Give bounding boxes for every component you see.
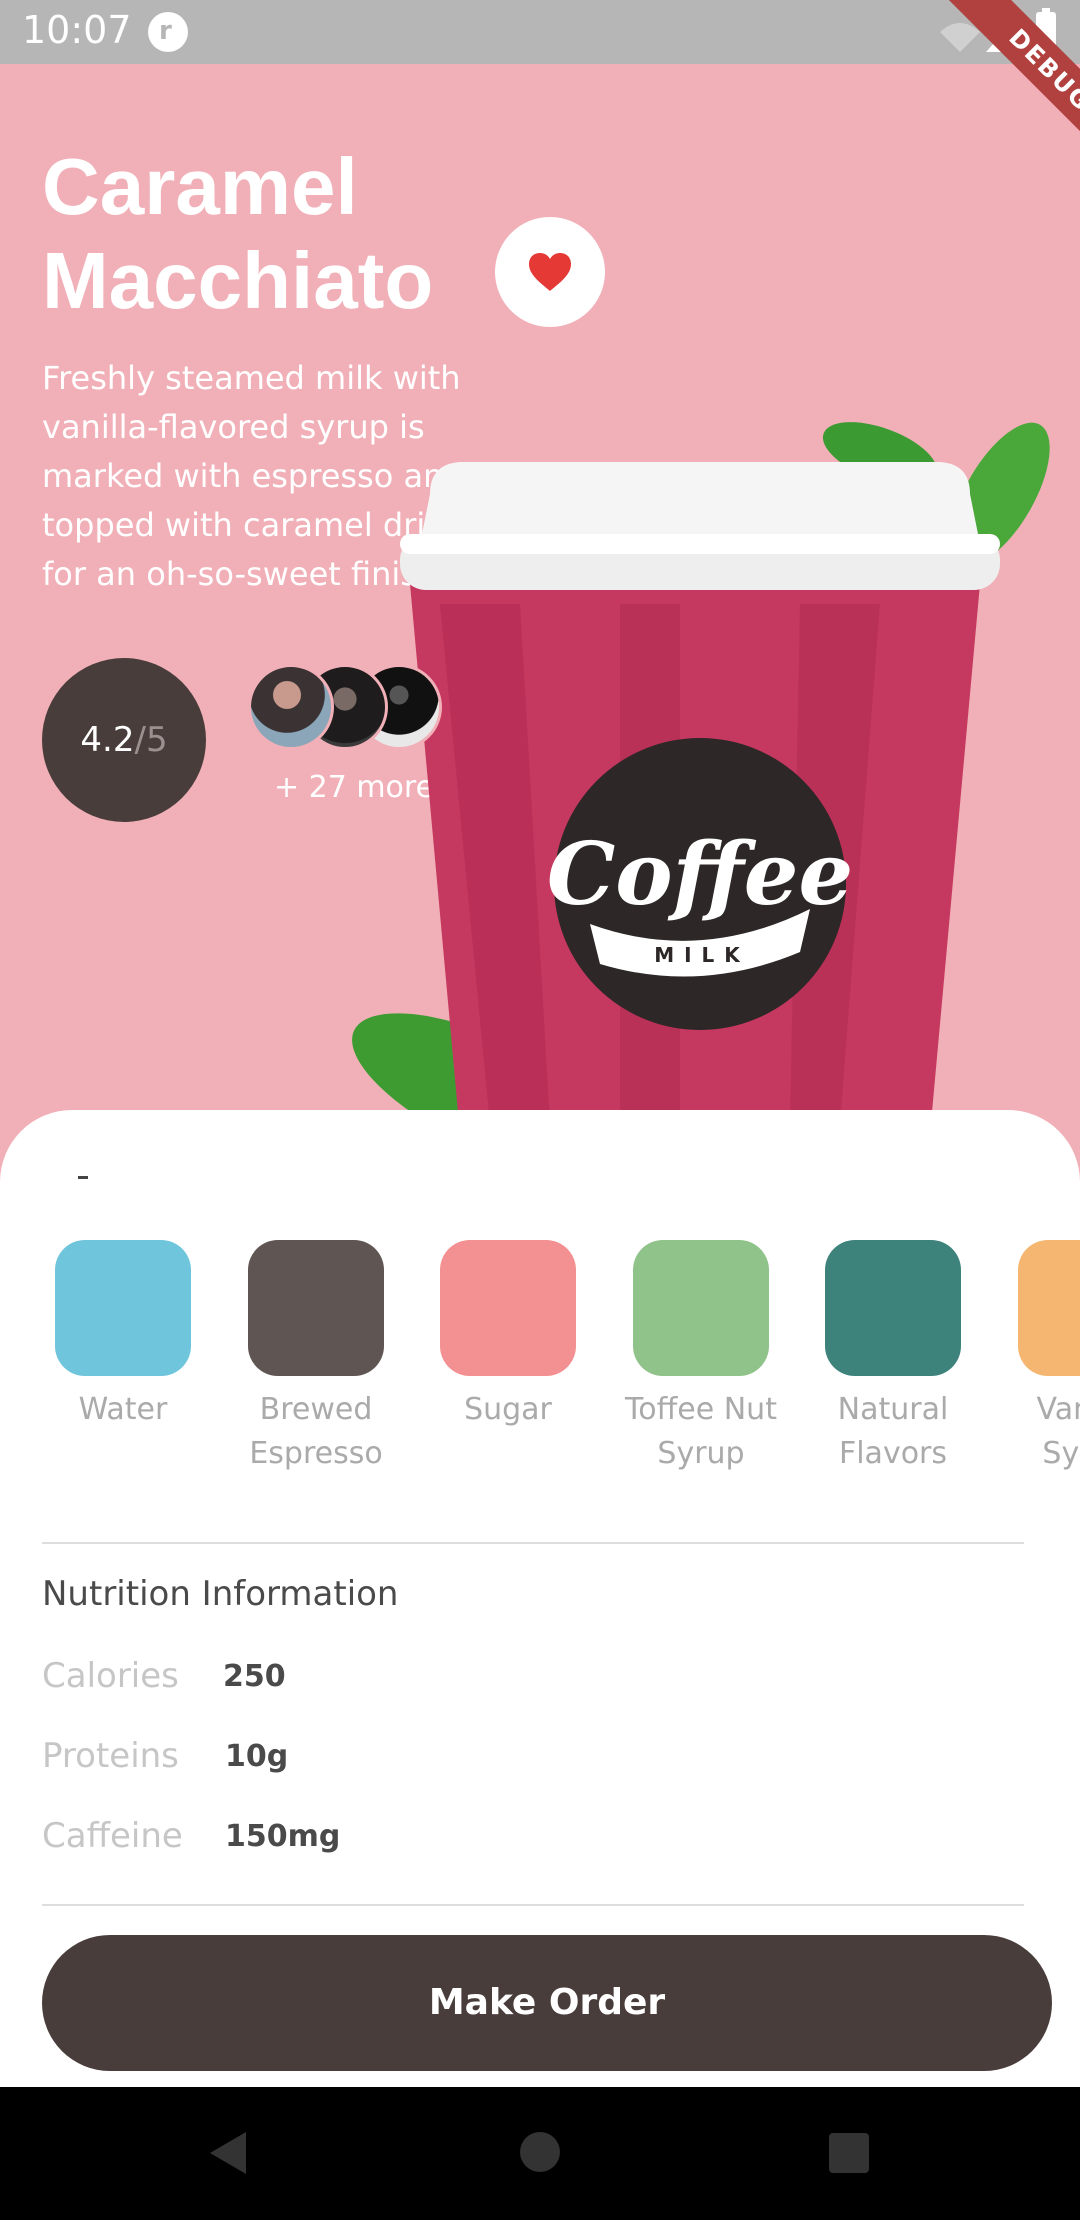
ingredient-item-vanilla-syrup[interactable]: Vanilla Syrup <box>1018 1240 1080 1500</box>
ingredient-label: Brewed Espresso <box>249 1392 383 1471</box>
ingredient-label: Natural Flavors <box>837 1392 949 1471</box>
nutrition-label-caffeine: Caffeine <box>42 1816 183 1856</box>
nutrition-label-proteins: Proteins <box>42 1736 179 1776</box>
cup-logo-subtext: MILK <box>654 943 750 967</box>
ingredient-item-natural-flavors[interactable]: Natural Flavors <box>825 1240 961 1476</box>
ingredient-item-brewed-espresso[interactable]: Brewed Espresso <box>248 1240 384 1476</box>
ingredient-item-sugar[interactable]: Sugar <box>440 1240 576 1432</box>
ingredient-label: Toffee Nut Syrup <box>625 1392 777 1471</box>
cup-logo-text: Coffee <box>547 824 853 925</box>
divider <box>42 1542 1024 1544</box>
favorite-button[interactable] <box>495 217 605 327</box>
page-title: Caramel Macchiato <box>42 142 434 325</box>
ingredient-swatch <box>1018 1240 1080 1376</box>
back-icon[interactable] <box>208 2130 248 2176</box>
ingredient-swatch <box>248 1240 384 1376</box>
make-order-button[interactable]: Make Order <box>42 1935 1052 2071</box>
status-time: 10:07 <box>22 8 132 52</box>
avatar[interactable] <box>248 664 334 750</box>
ingredient-item-water[interactable]: Water <box>55 1240 191 1432</box>
ingredient-label: Sugar <box>464 1392 552 1427</box>
ingredient-swatch <box>825 1240 961 1376</box>
nutrition-title: Nutrition Information <box>42 1574 399 1614</box>
rating-out-of: /5 <box>134 720 168 760</box>
recents-icon[interactable] <box>829 2133 869 2173</box>
ingredient-swatch <box>55 1240 191 1376</box>
ingredient-swatch <box>633 1240 769 1376</box>
nutrition-value-calories: 250 <box>223 1659 286 1694</box>
divider <box>42 1904 1024 1906</box>
nutrition-label-calories: Calories <box>42 1656 179 1696</box>
heart-icon <box>529 253 571 291</box>
sheet-handle <box>78 1176 88 1179</box>
nutrition-value-proteins: 10g <box>225 1739 289 1774</box>
rating-value: 4.2 <box>80 720 135 760</box>
coffee-cup-image: Coffee MILK <box>352 422 1050 1204</box>
ingredient-item-toffee-nut-syrup[interactable]: Toffee Nut Syrup <box>625 1240 777 1476</box>
app-icon: r <box>148 12 188 52</box>
ingredient-label: Vanilla Syrup <box>1036 1392 1080 1471</box>
ingredient-label: Water <box>78 1392 168 1427</box>
hero-section: Caramel Macchiato Freshly steamed milk w… <box>0 64 1080 1204</box>
home-icon[interactable] <box>520 2132 560 2172</box>
ingredient-swatch <box>440 1240 576 1376</box>
nutrition-value-caffeine: 150mg <box>225 1819 341 1854</box>
rating-badge: 4.2/5 <box>42 658 206 822</box>
